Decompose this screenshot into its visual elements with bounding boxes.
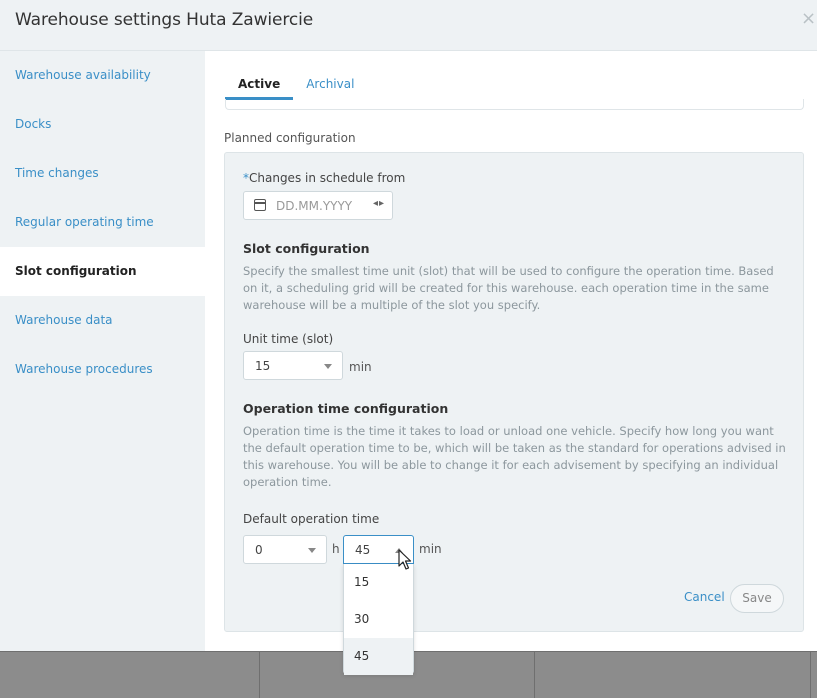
changes-from-date-input[interactable]: DD.MM.YYYY ◂▸: [243, 191, 393, 220]
hours-value: 0: [255, 543, 263, 557]
unit-time-select[interactable]: 15: [243, 351, 343, 380]
cancel-button[interactable]: Cancel: [684, 590, 725, 604]
modal-header: Warehouse settings Huta Zawiercie ×: [0, 0, 817, 51]
slot-configuration-heading: Slot configuration: [243, 241, 370, 256]
tab-active[interactable]: Active: [225, 71, 294, 100]
background-grid-line: [534, 651, 535, 698]
date-stepper-icon[interactable]: ◂▸: [373, 198, 385, 209]
sidebar-item-slot-configuration[interactable]: Slot configuration: [0, 247, 205, 296]
sidebar-item-warehouse-procedures[interactable]: Warehouse procedures: [0, 345, 205, 394]
minutes-unit: min: [419, 542, 442, 556]
planned-configuration-panel: *Changes in schedule from DD.MM.YYYY ◂▸ …: [224, 152, 804, 632]
mouse-pointer-icon: [398, 549, 412, 570]
changes-from-label: *Changes in schedule from: [243, 171, 405, 185]
active-config-panel-edge: [225, 99, 804, 110]
unit-time-value: 15: [255, 359, 271, 373]
sidebar-item-warehouse-data[interactable]: Warehouse data: [0, 296, 205, 345]
settings-sidebar: Warehouse availability Docks Time change…: [0, 51, 205, 651]
modal-title: Warehouse settings Huta Zawiercie: [15, 10, 314, 30]
close-icon[interactable]: ×: [801, 8, 817, 29]
default-operation-time-label: Default operation time: [243, 512, 380, 526]
minutes-option-45[interactable]: 45: [344, 638, 413, 675]
config-tabs: Active Archival: [225, 71, 367, 100]
background-grid-line: [259, 651, 260, 698]
unit-time-label: Unit time (slot): [243, 332, 334, 346]
unit-time-unit: min: [349, 360, 372, 374]
settings-content: Active Archival Planned configuration *C…: [205, 51, 817, 651]
background-grid-line: [810, 651, 811, 698]
operation-time-description: Operation time is the time it takes to l…: [243, 424, 786, 489]
tab-archival[interactable]: Archival: [293, 71, 367, 100]
calendar-icon[interactable]: [254, 199, 266, 211]
chevron-down-icon: [308, 548, 316, 553]
planned-configuration-label: Planned configuration: [224, 131, 356, 145]
minutes-value: 45: [355, 543, 371, 557]
sidebar-item-warehouse-availability[interactable]: Warehouse availability: [0, 51, 205, 100]
chevron-down-icon: [324, 364, 332, 369]
save-button[interactable]: Save: [730, 584, 784, 613]
hours-select[interactable]: 0: [243, 535, 327, 564]
slot-configuration-description: Specify the smallest time unit (slot) th…: [243, 264, 774, 312]
minutes-option-30[interactable]: 30: [344, 601, 413, 638]
date-placeholder: DD.MM.YYYY: [276, 199, 353, 213]
sidebar-item-regular-operating-time[interactable]: Regular operating time: [0, 198, 205, 247]
changes-from-label-text: Changes in schedule from: [249, 171, 406, 185]
sidebar-item-docks[interactable]: Docks: [0, 100, 205, 149]
sidebar-item-time-changes[interactable]: Time changes: [0, 149, 205, 198]
minutes-dropdown-list: 15 30 45: [343, 564, 414, 675]
operation-time-heading: Operation time configuration: [243, 401, 449, 416]
hours-unit: h: [332, 542, 340, 556]
